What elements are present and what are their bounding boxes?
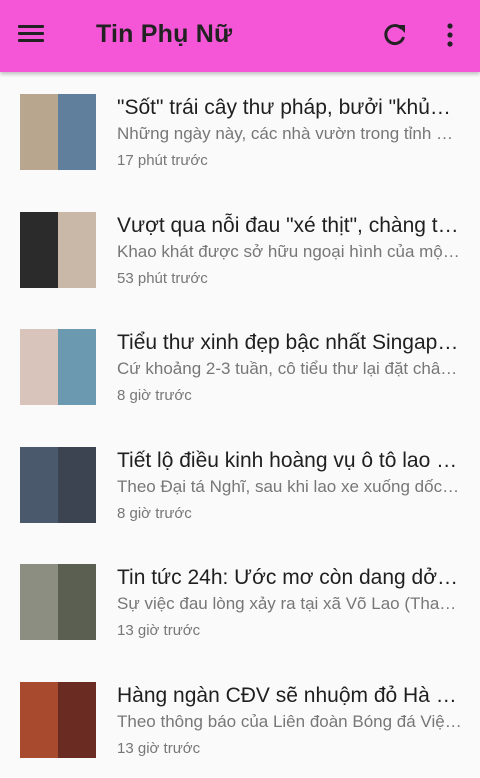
article-thumbnail bbox=[20, 329, 96, 406]
article-title: Tiểu thư xinh đẹp bậc nhất Singapore kho… bbox=[117, 331, 462, 355]
article-item[interactable]: Hàng ngàn CĐV sẽ nhuộm đỏ Hà Nội Theo th… bbox=[0, 660, 480, 778]
article-title: Tiết lộ điều kinh hoàng vụ ô tô lao xuốn… bbox=[117, 448, 462, 472]
article-thumbnail bbox=[20, 94, 96, 170]
article-summary: Sự việc đau lòng xảy ra tại xã Võ Lao (T… bbox=[117, 594, 462, 614]
article-time: 17 phút trước bbox=[117, 152, 208, 169]
article-thumbnail bbox=[20, 564, 96, 641]
article-time: 13 giờ trước bbox=[117, 739, 201, 757]
article-summary: Khao khát được sở hữu ngoại hình của một… bbox=[117, 241, 462, 261]
article-item[interactable]: Vượt qua nỗi đau "xé thịt", chàng trai c… bbox=[0, 190, 480, 308]
article-title: "Sốt" trái cây thư pháp, bưởi "khủng" dị… bbox=[117, 96, 462, 119]
article-summary: Những ngày này, các nhà vườn trong tỉnh … bbox=[117, 124, 462, 143]
refresh-icon[interactable] bbox=[380, 20, 410, 50]
hamburger-menu-icon[interactable] bbox=[18, 22, 54, 50]
article-summary: Cứ khoảng 2-3 tuần, cô tiểu thư lại đặt … bbox=[117, 359, 462, 379]
article-time: 8 giờ trước bbox=[117, 504, 192, 522]
article-item[interactable]: "Sốt" trái cây thư pháp, bưởi "khủng" dị… bbox=[0, 72, 480, 190]
article-time: 13 giờ trước bbox=[117, 622, 201, 640]
article-item[interactable]: Tiểu thư xinh đẹp bậc nhất Singapore kho… bbox=[0, 307, 480, 425]
article-thumbnail bbox=[20, 681, 96, 758]
more-vert-icon[interactable] bbox=[440, 20, 460, 50]
article-title: Vượt qua nỗi đau "xé thịt", chàng trai c… bbox=[117, 213, 462, 237]
article-title: Tin tức 24h: Ước mơ còn dang dở của bé t… bbox=[117, 566, 462, 590]
app-bar: Tin Phụ Nữ bbox=[0, 0, 480, 72]
article-thumbnail bbox=[20, 211, 96, 288]
article-summary: Theo thông báo của Liên đoàn Bóng đá Việ… bbox=[117, 711, 462, 731]
article-item[interactable]: Tin tức 24h: Ước mơ còn dang dở của bé t… bbox=[0, 542, 480, 660]
article-title: Hàng ngàn CĐV sẽ nhuộm đỏ Hà Nội bbox=[117, 683, 462, 707]
app-title: Tin Phụ Nữ bbox=[96, 20, 233, 48]
article-summary: Theo Đại tá Nghĩ, sau khi lao xe xuống d… bbox=[117, 476, 462, 496]
article-item[interactable]: Tiết lộ điều kinh hoàng vụ ô tô lao xuốn… bbox=[0, 425, 480, 543]
article-time: 53 phút trước bbox=[117, 269, 208, 287]
article-list: "Sốt" trái cây thư pháp, bưởi "khủng" dị… bbox=[0, 72, 480, 778]
article-time: 8 giờ trước bbox=[117, 387, 192, 405]
article-thumbnail bbox=[20, 446, 96, 523]
